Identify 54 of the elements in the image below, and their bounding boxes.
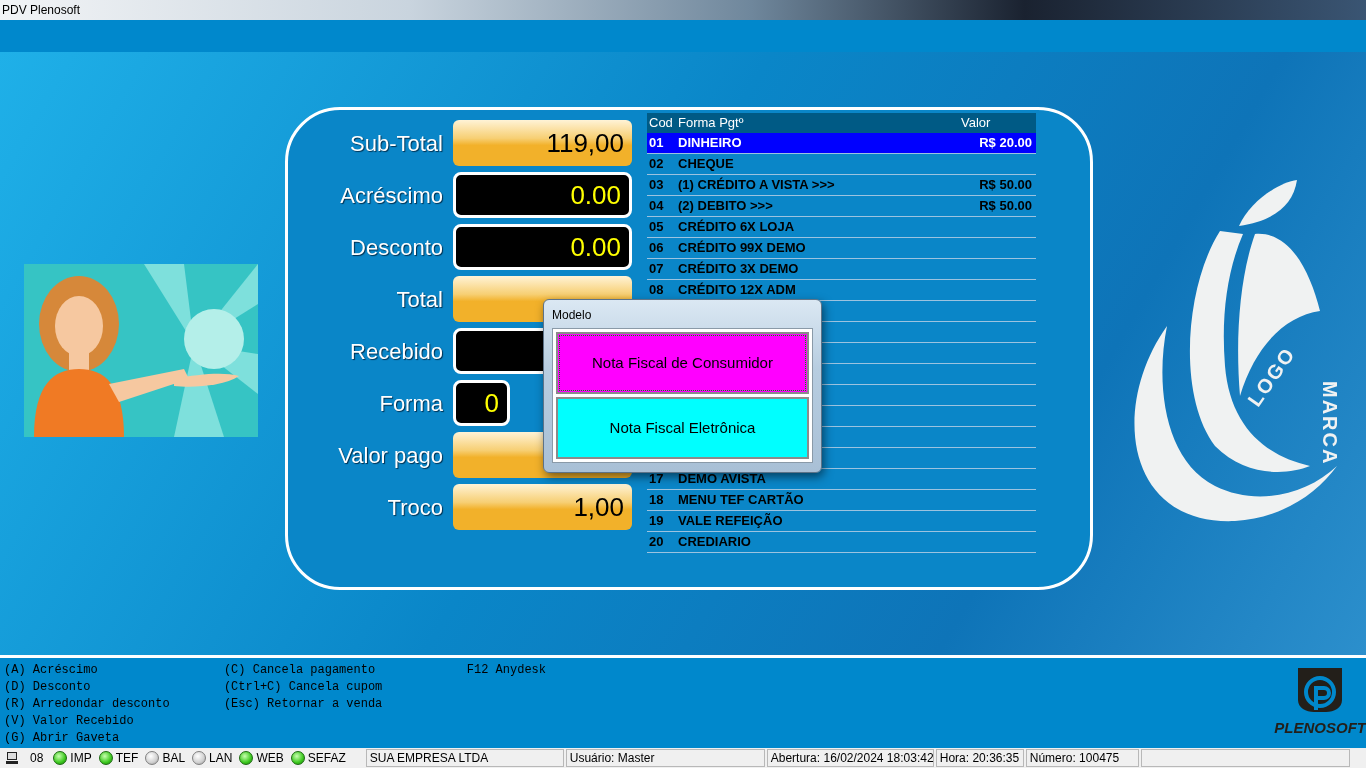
- status-panel: SUA EMPRESA LTDA: [365, 749, 564, 767]
- payment-row[interactable]: 18 MENU TEF CARTÃO: [647, 490, 1036, 511]
- status-panel: Usuário: Master: [565, 749, 765, 767]
- shortcut-hint: (Ctrl+C) Cancela cupom: [223, 679, 384, 696]
- payment-row[interactable]: 19 VALE REFEIÇÃO: [647, 511, 1036, 532]
- shortcut-hint: (D) Desconto: [4, 679, 92, 696]
- payment-row[interactable]: 05 CRÉDITO 6X LOJA: [647, 217, 1036, 238]
- value-field[interactable]: 0.00: [453, 224, 632, 270]
- field-label: Total: [395, 285, 443, 314]
- status-light-label: IMP: [70, 750, 92, 767]
- field-label: Desconto: [349, 233, 443, 262]
- field-label: Acréscimo: [339, 181, 443, 210]
- column-header: Cod: [649, 114, 674, 133]
- payment-row[interactable]: 04 (2) DEBITO >>> R$ 50.00: [647, 196, 1036, 217]
- status-light-label: BAL: [162, 750, 186, 767]
- field-label: Forma: [378, 389, 443, 418]
- status-panel: Número: 100475: [1025, 749, 1139, 767]
- payment-row[interactable]: 20 CREDIARIO: [647, 532, 1036, 553]
- dialog-title: Modelo: [552, 307, 593, 324]
- status-light-label: TEF: [115, 750, 139, 767]
- window-title: PDV Plenosoft: [2, 2, 81, 19]
- payment-row[interactable]: 02 CHEQUE: [647, 154, 1036, 175]
- column-header: Valor: [961, 114, 992, 133]
- status-panel: Hora: 20:36:35: [935, 749, 1024, 767]
- status-panel: Abertura: 16/02/2024 18:03:42: [766, 749, 934, 767]
- shortcut-hint: (Esc) Retornar a venda: [223, 696, 384, 713]
- payment-row[interactable]: 06 CRÉDITO 99X DEMO: [647, 238, 1036, 259]
- field-label: Sub-Total: [349, 129, 443, 158]
- shortcut-hint: (C) Cancela pagamento: [223, 662, 377, 679]
- model-option-button[interactable]: Nota Fiscal Eletrônica: [556, 397, 809, 459]
- status-light-label: SEFAZ: [307, 750, 346, 767]
- field-label: Valor pago: [337, 441, 443, 470]
- brand-emblem-icon: [1296, 666, 1345, 714]
- value-field[interactable]: 1,00: [453, 484, 632, 530]
- shortcut-hint: (A) Acréscimo: [4, 662, 99, 679]
- status-light-label: LAN: [209, 750, 233, 767]
- field-label: Recebido: [349, 337, 443, 366]
- shortcut-hint: (V) Valor Recebido: [4, 713, 135, 730]
- value-field[interactable]: 0: [453, 380, 510, 426]
- payment-row[interactable]: 07 CRÉDITO 3X DEMO: [647, 259, 1036, 280]
- terminal-number: 08: [30, 750, 44, 767]
- computer-icon: [5, 751, 19, 765]
- shortcut-hint: (R) Arredondar desconto: [4, 696, 171, 713]
- field-label: Troco: [386, 493, 443, 522]
- shortcut-hint: F12 Anydesk: [466, 662, 547, 679]
- model-option-button[interactable]: Nota Fiscal de Consumidor: [556, 332, 809, 394]
- payment-row[interactable]: 03 (1) CRÉDITO A VISTA >>> R$ 50.00: [647, 175, 1036, 196]
- status-light-label: WEB: [256, 750, 284, 767]
- value-field[interactable]: 0.00: [453, 172, 632, 218]
- logo-text: MARCA: [1319, 381, 1341, 466]
- shortcut-hint: (G) Abrir Gaveta: [4, 730, 121, 747]
- column-header: Forma Pgtº: [678, 114, 745, 133]
- value-field[interactable]: 119,00: [453, 120, 632, 166]
- payment-row[interactable]: 01 DINHEIRO R$ 20.00: [647, 133, 1036, 154]
